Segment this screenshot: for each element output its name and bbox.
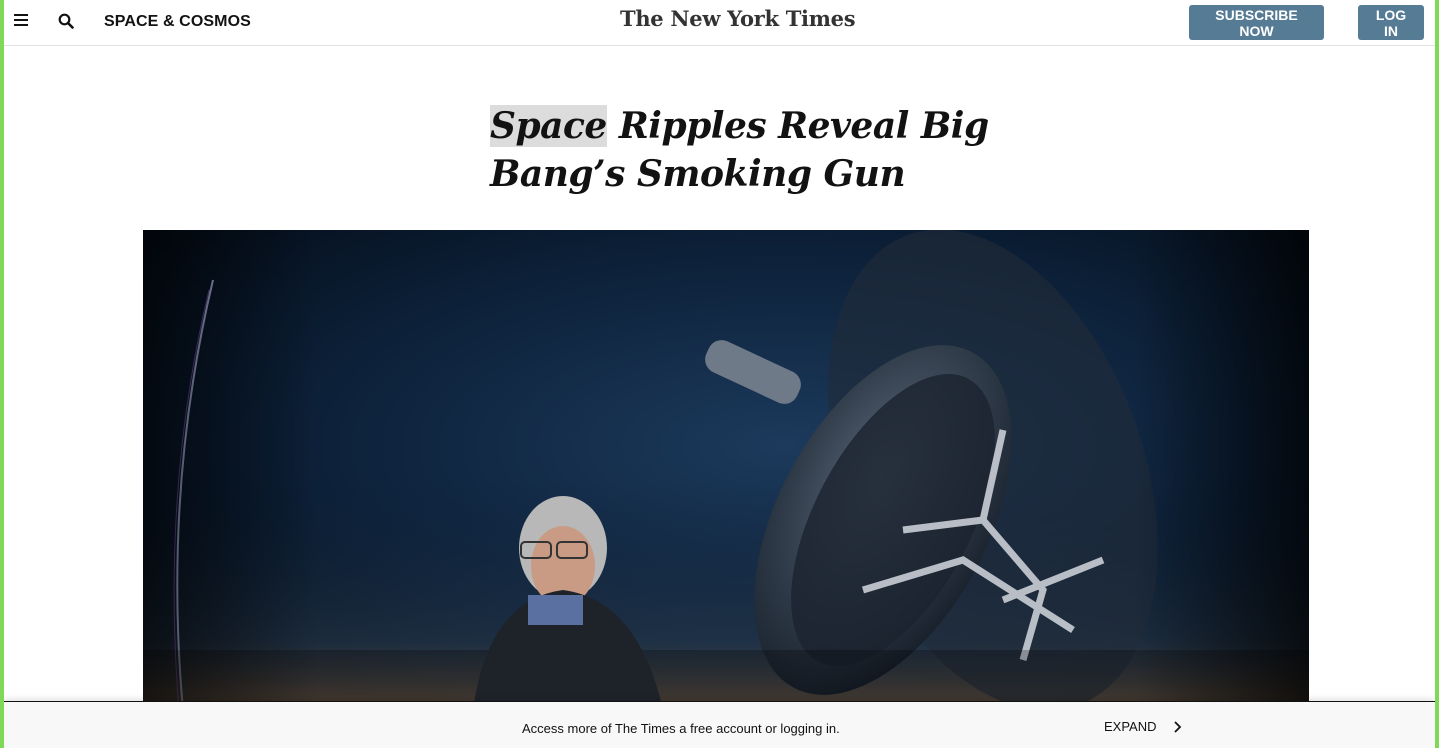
browser-viewport: SPACE & COSMOS The New York Times SUBSCR… bbox=[0, 0, 1439, 748]
registration-prompt-bar: Access more of The Times a free account … bbox=[4, 701, 1435, 748]
log-in-button[interactable]: LOG IN bbox=[1358, 5, 1424, 40]
hamburger-menu-icon[interactable] bbox=[14, 13, 28, 27]
subscribe-now-button[interactable]: SUBSCRIBE NOW bbox=[1189, 5, 1324, 40]
search-icon[interactable] bbox=[58, 13, 76, 31]
article-headline: Space Ripples Reveal Big Bang’s Smoking … bbox=[490, 102, 1130, 198]
nyt-logo[interactable]: The New York Times bbox=[620, 6, 856, 31]
headline-highlighted-word: Space bbox=[490, 105, 607, 147]
top-navigation-bar: SPACE & COSMOS The New York Times SUBSCR… bbox=[4, 0, 1435, 46]
registration-message: Access more of The Times a free account … bbox=[522, 721, 840, 736]
chevron-right-icon bbox=[1173, 720, 1181, 733]
article-hero-photo bbox=[143, 230, 1309, 710]
expand-label: EXPAND bbox=[1104, 719, 1157, 734]
section-link-space-cosmos[interactable]: SPACE & COSMOS bbox=[104, 13, 251, 31]
expand-button[interactable]: EXPAND bbox=[1104, 719, 1183, 734]
